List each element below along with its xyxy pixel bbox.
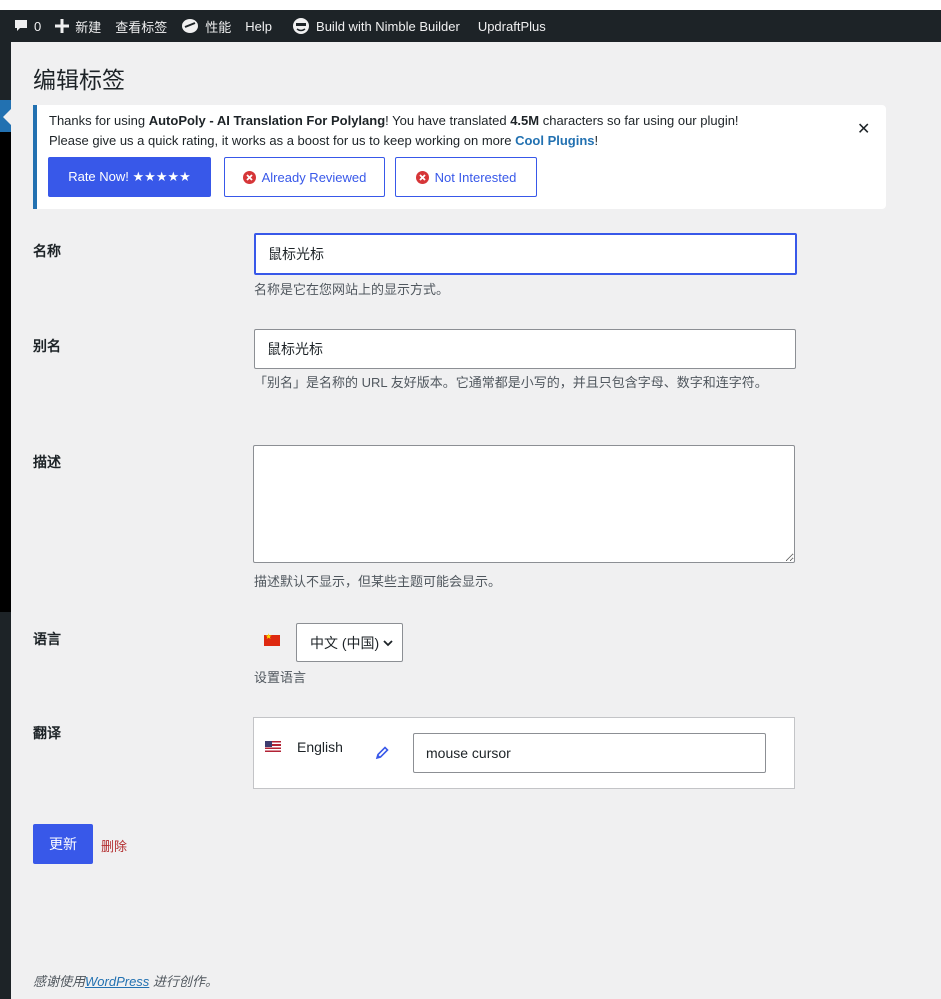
language-label: 语言: [33, 631, 61, 647]
adminbar-comments[interactable]: 0: [14, 19, 41, 34]
rating-notice: Thanks for using AutoPoly - AI Translati…: [33, 105, 886, 209]
sidebar-dark-area: [0, 132, 11, 612]
rate-now-button[interactable]: Rate Now! ★★★★★: [48, 157, 211, 197]
translations-label: 翻译: [33, 725, 61, 741]
current-menu-arrow: [3, 109, 11, 125]
notice-chars-count: 4.5M: [510, 113, 540, 128]
slug-input[interactable]: [254, 329, 796, 369]
adminbar-updraft[interactable]: UpdraftPlus: [478, 19, 546, 34]
china-flag-icon: [264, 632, 280, 646]
comment-icon: [14, 19, 28, 33]
language-selected: 中文 (中国): [310, 634, 380, 651]
already-reviewed-label: Already Reviewed: [261, 169, 367, 185]
translation-language: English: [297, 739, 343, 755]
translation-input[interactable]: [413, 733, 766, 773]
admin-sidebar: [0, 42, 11, 999]
footer-text: 感谢使用WordPress 进行创作。: [33, 971, 218, 990]
performance-label: 性能: [205, 19, 232, 35]
notice-line-1: Thanks for using AutoPoly - AI Translati…: [49, 113, 739, 128]
adminbar-view-tag[interactable]: 查看标签: [115, 17, 167, 36]
cool-plugins-link[interactable]: Cool Plugins: [515, 133, 594, 148]
notice-plugin-name: AutoPoly - AI Translation For Polylang: [148, 113, 386, 128]
footer-prefix: 感谢使用: [33, 974, 86, 989]
circle-x-icon: [242, 170, 256, 184]
description-label: 描述: [33, 454, 61, 470]
pencil-icon[interactable]: [375, 746, 389, 763]
page-title: 编辑标签: [33, 67, 125, 93]
plus-icon: [55, 19, 70, 33]
adminbar-new[interactable]: 新建: [55, 17, 101, 36]
description-help: 描述默认不显示，但某些主题可能会显示。: [254, 574, 502, 589]
view-tag-label: 查看标签: [115, 19, 168, 35]
notice-text: Thanks for using: [49, 113, 149, 128]
slug-description: 「别名」是名称的 URL 友好版本。它通常都是小写的，并且只包含字母、数字和连字…: [254, 375, 768, 390]
already-reviewed-button[interactable]: Already Reviewed: [224, 157, 385, 197]
footer-suffix: 进行创作。: [152, 974, 218, 989]
name-description: 名称是它在您网站上的显示方式。: [254, 282, 450, 297]
notice-text: ! You have translated: [385, 113, 511, 128]
wordpress-link[interactable]: WordPress: [85, 974, 149, 989]
chevron-down-icon: [383, 639, 393, 647]
admin-bar: 0 新建 查看标签 性能 Help Build with Nimble Buil…: [0, 10, 941, 42]
not-interested-label: Not Interested: [434, 169, 517, 185]
us-flag-icon: [265, 741, 281, 752]
slug-label: 别名: [33, 338, 61, 354]
updraft-label: UpdraftPlus: [477, 18, 546, 34]
notice-close-icon[interactable]: ✕: [857, 119, 870, 139]
help-label: Help: [245, 18, 273, 34]
circle-x-icon: [415, 170, 429, 184]
description-textarea[interactable]: [253, 445, 795, 563]
language-select[interactable]: 中文 (中国): [296, 623, 403, 662]
update-button[interactable]: 更新: [33, 824, 93, 864]
delete-link[interactable]: 删除: [101, 836, 127, 855]
top-strip: [0, 0, 941, 10]
comments-count: 0: [34, 18, 42, 34]
notice-text: Please give us a quick rating, it works …: [49, 133, 516, 148]
adminbar-performance[interactable]: 性能: [181, 17, 231, 36]
new-label: 新建: [75, 19, 102, 35]
performance-icon: [181, 18, 199, 34]
adminbar-help[interactable]: Help: [245, 19, 272, 34]
language-description: 设置语言: [254, 670, 307, 685]
notice-line-2: Please give us a quick rating, it works …: [49, 133, 598, 148]
notice-text: !: [594, 133, 599, 148]
adminbar-nimble[interactable]: Build with Nimble Builder: [292, 17, 460, 35]
not-interested-button[interactable]: Not Interested: [395, 157, 537, 197]
notice-text: characters so far using our plugin!: [539, 113, 739, 128]
nimble-icon: [292, 17, 310, 35]
name-input[interactable]: [254, 233, 797, 275]
nimble-label: Build with Nimble Builder: [316, 18, 460, 34]
name-label: 名称: [33, 243, 61, 259]
translations-table: English: [253, 717, 795, 789]
